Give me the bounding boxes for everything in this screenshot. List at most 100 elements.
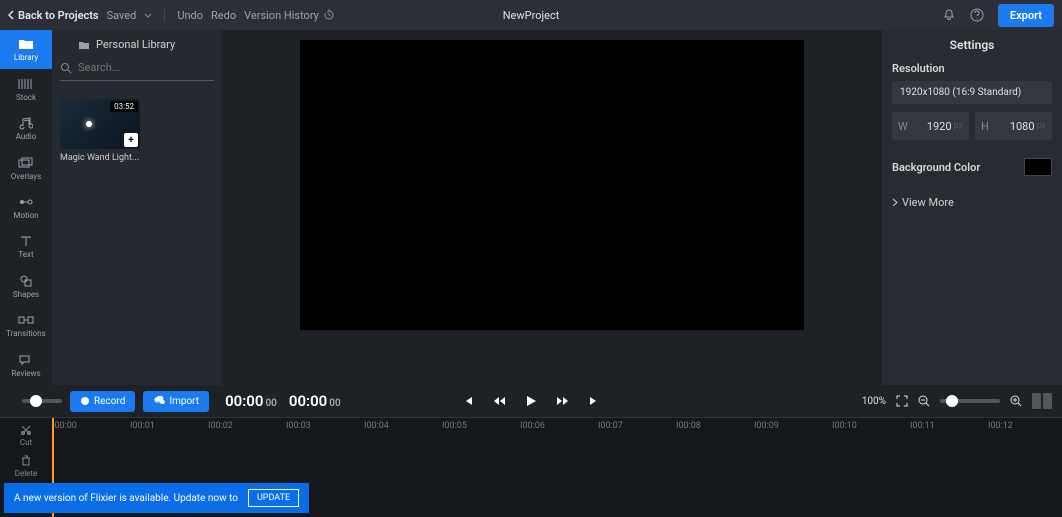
skip-start-button[interactable] xyxy=(462,395,474,407)
project-title[interactable]: NewProject xyxy=(503,9,560,22)
height-unit: px xyxy=(1037,121,1046,131)
resolution-select[interactable]: 1920x1080 (16:9 Standard) xyxy=(892,81,1052,104)
library-header[interactable]: Personal Library xyxy=(60,36,214,59)
music-icon xyxy=(17,116,35,130)
time-current-frames: 00 xyxy=(265,398,276,409)
width-field[interactable]: W 1920 px xyxy=(892,112,969,140)
rail-library[interactable]: Library xyxy=(0,30,52,69)
settings-title: Settings xyxy=(892,38,1052,52)
ruler-tick: I00:04 xyxy=(364,421,389,431)
rail-shapes-label: Shapes xyxy=(13,290,39,299)
play-icon xyxy=(524,394,538,408)
split-view-button[interactable] xyxy=(1032,393,1052,409)
ruler-tick: I00:08 xyxy=(676,421,701,431)
zoom-percentage[interactable]: 100% xyxy=(862,396,886,407)
overlays-icon xyxy=(17,156,35,170)
text-icon xyxy=(17,234,35,248)
rail-text[interactable]: Text xyxy=(0,227,52,266)
notifications-button[interactable] xyxy=(942,8,956,22)
skip-start-icon xyxy=(462,395,474,407)
preview-canvas[interactable] xyxy=(300,40,804,330)
saved-menu-caret[interactable] xyxy=(144,13,152,18)
rail-reviews-label: Reviews xyxy=(11,369,40,378)
rail-library-label: Library xyxy=(14,53,38,62)
record-button[interactable]: Record xyxy=(70,391,135,412)
cut-label: Cut xyxy=(20,438,32,447)
time-current: 00:00 xyxy=(225,392,263,410)
ruler-tick: I00:12 xyxy=(988,421,1013,431)
timeline-ruler[interactable]: I00:00I00:01I00:02I00:03I00:04I00:05I00:… xyxy=(52,418,1062,436)
redo-button[interactable]: Redo xyxy=(211,9,236,22)
folder-icon xyxy=(17,37,35,51)
rail-audio[interactable]: Audio xyxy=(0,109,52,148)
skip-end-button[interactable] xyxy=(588,395,600,407)
ruler-tick: I00:10 xyxy=(832,421,857,431)
width-value: 1920 xyxy=(914,120,952,133)
width-unit: px xyxy=(954,121,963,131)
cut-tool[interactable]: Cut xyxy=(20,424,32,447)
height-field[interactable]: H 1080 px xyxy=(975,112,1052,140)
forward-button[interactable] xyxy=(556,395,570,407)
import-label: Import xyxy=(169,396,199,407)
play-button[interactable] xyxy=(524,394,538,408)
rail-overlays-label: Overlays xyxy=(11,172,41,181)
view-more-button[interactable]: View More xyxy=(892,196,1052,209)
zoom-in-button[interactable] xyxy=(1010,395,1022,407)
time-duration: 00:00 xyxy=(289,392,327,410)
bg-color-label: Background Color xyxy=(892,161,980,174)
bg-color-swatch[interactable] xyxy=(1024,158,1052,176)
ruler-tick: I00:01 xyxy=(130,421,155,431)
stock-icon xyxy=(17,77,35,91)
fullscreen-button[interactable] xyxy=(896,395,908,407)
cloud-download-icon xyxy=(153,396,165,406)
ruler-tick: I00:06 xyxy=(520,421,545,431)
library-panel: Personal Library 03:52 + Magic Wand Ligh… xyxy=(52,30,222,385)
record-label: Record xyxy=(94,396,125,407)
height-label: H xyxy=(981,120,989,133)
shapes-icon xyxy=(17,274,35,288)
time-duration-frames: 00 xyxy=(329,398,340,409)
update-button[interactable]: UPDATE xyxy=(248,489,299,507)
delete-label: Delete xyxy=(15,469,38,478)
update-message: A new version of Flixier is available. U… xyxy=(14,493,238,504)
library-clip[interactable]: 03:52 + Magic Wand Light... xyxy=(60,99,140,163)
zoom-thumb xyxy=(946,395,958,407)
export-button[interactable]: Export xyxy=(998,4,1054,27)
zoom-out-button[interactable] xyxy=(918,395,930,407)
reviews-icon xyxy=(17,353,35,367)
rewind-button[interactable] xyxy=(492,395,506,407)
clip-thumbnail: 03:52 + xyxy=(60,99,140,149)
rail-overlays[interactable]: Overlays xyxy=(0,148,52,187)
zoom-slider[interactable] xyxy=(940,399,1000,403)
rail-stock[interactable]: Stock xyxy=(0,69,52,108)
thumbnail-glow xyxy=(86,121,92,127)
add-clip-button[interactable]: + xyxy=(124,133,138,147)
help-button[interactable] xyxy=(970,8,984,22)
transitions-icon xyxy=(17,313,35,327)
undo-button[interactable]: Undo xyxy=(177,9,203,22)
search-icon xyxy=(60,62,72,74)
ruler-tick: I00:05 xyxy=(442,421,467,431)
import-button[interactable]: Import xyxy=(143,391,209,412)
version-history-label: Version History xyxy=(244,9,319,22)
height-value: 1080 xyxy=(995,120,1035,133)
rail-shapes[interactable]: Shapes xyxy=(0,267,52,306)
delete-tool[interactable]: Delete xyxy=(15,455,38,478)
rewind-icon xyxy=(492,395,506,407)
skip-end-icon xyxy=(588,395,600,407)
search-input[interactable] xyxy=(78,59,218,76)
volume-slider[interactable] xyxy=(22,399,62,403)
library-header-label: Personal Library xyxy=(96,38,175,51)
version-history-button[interactable]: Version History xyxy=(244,9,335,22)
ruler-tick: I00:02 xyxy=(208,421,233,431)
clip-duration: 03:52 xyxy=(110,101,138,112)
rail-audio-label: Audio xyxy=(16,132,37,141)
volume-thumb xyxy=(30,395,42,407)
back-to-projects[interactable]: Back to Projects xyxy=(8,9,99,22)
forward-icon xyxy=(556,395,570,407)
zoom-in-icon xyxy=(1010,395,1022,407)
rail-reviews[interactable]: Reviews xyxy=(0,346,52,385)
rail-transitions[interactable]: Transitions xyxy=(0,306,52,345)
rail-motion[interactable]: Motion xyxy=(0,188,52,227)
left-rail: Library Stock Audio Overlays Motion Text… xyxy=(0,30,52,385)
